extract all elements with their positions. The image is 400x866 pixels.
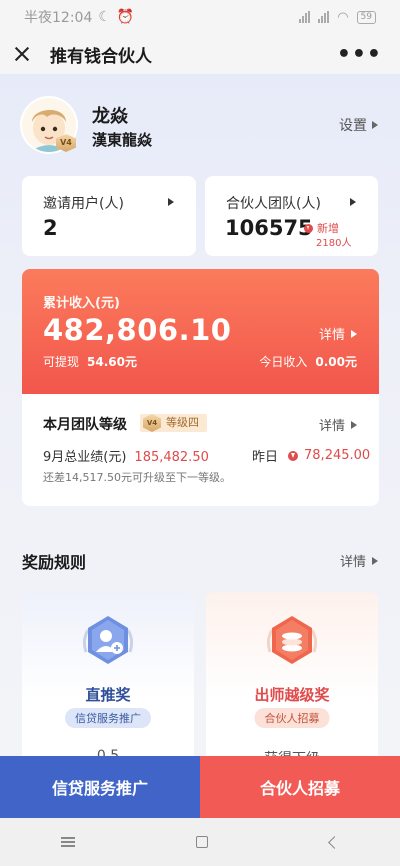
reward-rules-detail-label: 详情 — [339, 555, 366, 570]
reward-card-direct[interactable]: 直推奖 信贷服务推广 0.5 — [22, 592, 194, 756]
page-title: 推有钱合伙人 — [50, 46, 152, 67]
reward-rules-title: 奖励规则 — [22, 553, 87, 572]
income-label: 累计收入(元) — [43, 296, 120, 311]
partner-team-count: 106575 — [225, 216, 313, 240]
reward-card-mentor-name: 出师越级奖 — [254, 686, 330, 704]
close-icon[interactable] — [12, 44, 32, 64]
add-user-icon — [82, 616, 134, 664]
battery-icon: 59 — [356, 10, 376, 24]
status-time: 半夜12:04 — [24, 10, 93, 26]
team-level-detail-label: 详情 — [318, 419, 345, 434]
nav-bar: 推有钱合伙人 ••• — [0, 34, 400, 74]
chevron-right-icon — [351, 329, 357, 338]
down-arrow-icon — [288, 450, 299, 461]
back-icon[interactable] — [328, 835, 342, 849]
chevron-right-icon — [351, 420, 357, 429]
partner-recruit-button[interactable]: 合伙人招募 — [200, 756, 400, 818]
today-income-label: 今日收入 — [259, 355, 308, 369]
user-name: 龙焱 — [92, 106, 128, 127]
system-nav-bar — [0, 818, 400, 866]
settings-link[interactable]: 设置 — [339, 115, 378, 135]
invite-users-card[interactable]: 邀请用户(人) 2 — [22, 176, 196, 256]
month-performance-label: 9月总业绩(元) — [43, 450, 127, 465]
team-level-tag-label: 等级四 — [166, 416, 199, 429]
level-badge-icon: V4 — [143, 414, 161, 432]
chevron-right-icon — [372, 121, 378, 129]
income-detail-link[interactable]: 详情 — [319, 324, 357, 343]
withdrawable-label: 可提现 — [43, 355, 80, 369]
income-detail-label: 详情 — [318, 328, 345, 343]
invite-users-label: 邀请用户(人) — [43, 196, 124, 212]
team-level-card: 本月团队等级 V4 等级四 详情 9月总业绩(元) 185,482.50 昨日 7… — [22, 394, 379, 506]
home-icon[interactable] — [196, 836, 209, 848]
signal-icon — [299, 11, 311, 23]
status-bar: 半夜12:04 ☾ ⏰ ◠ 59 — [0, 0, 400, 34]
partner-team-label: 合伙人团队(人) — [226, 196, 321, 212]
coin-stack-icon — [266, 616, 318, 664]
reward-card-direct-tag: 信贷服务推广 — [65, 708, 151, 728]
team-level-tag: V4 等级四 — [140, 414, 207, 432]
yesterday-label: 昨日 — [252, 450, 279, 465]
withdrawable-value: 54.60元 — [87, 355, 137, 369]
team-level-detail-link[interactable]: 详情 — [319, 415, 357, 434]
chevron-right-icon — [168, 198, 174, 206]
menu-icon[interactable] — [60, 837, 75, 847]
main-content: V4 龙焱 漢東龍焱 设置 邀请用户(人) 2 合伙人团队(人) 106575 … — [0, 74, 400, 756]
today-income: 今日收入 0.00元 — [259, 353, 357, 370]
reward-card-mentor-value: 获得下级 — [206, 748, 378, 756]
more-icon[interactable]: ••• — [337, 42, 388, 67]
reward-card-mentor[interactable]: 出师越级奖 合伙人招募 获得下级 — [206, 592, 378, 756]
reward-card-mentor-tag: 合伙人招募 — [254, 708, 330, 728]
withdrawable: 可提现 54.60元 — [43, 353, 137, 370]
income-amount: 482,806.10 — [43, 313, 232, 347]
partner-team-card[interactable]: 合伙人团队(人) 106575 新增 2180人 — [205, 176, 378, 256]
credit-service-promo-button[interactable]: 信贷服务推广 — [0, 756, 200, 818]
income-card: 累计收入(元) 482,806.10 详情 可提现 54.60元 今日收入 0.00… — [22, 269, 379, 394]
yesterday-performance: 昨日 78,245.00 — [252, 446, 370, 465]
user-nickname: 漢東龍焱 — [92, 131, 153, 149]
team-level-title: 本月团队等级 — [43, 417, 127, 433]
wifi-icon: ◠ — [337, 9, 349, 25]
reward-card-direct-name: 直推奖 — [85, 686, 131, 704]
yesterday-value: 78,245.00 — [304, 448, 371, 463]
invite-users-count: 2 — [43, 216, 58, 240]
down-arrow-icon — [304, 223, 313, 233]
settings-label: 设置 — [339, 118, 367, 134]
alarm-icon: ⏰ — [116, 9, 135, 25]
chevron-right-icon — [350, 198, 356, 206]
signal-icon-2 — [318, 11, 330, 23]
new-added-count: 2180人 — [316, 238, 352, 249]
chevron-right-icon — [372, 556, 378, 565]
reward-rules-detail-link[interactable]: 详情 — [340, 551, 378, 570]
month-performance: 9月总业绩(元) 185,482.50 — [43, 446, 209, 465]
today-income-value: 0.00元 — [315, 355, 357, 369]
reward-card-direct-value: 0.5 — [96, 748, 120, 756]
month-performance-value: 185,482.50 — [134, 450, 209, 465]
upgrade-note: 还差14,517.50元可升级至下一等级。 — [43, 471, 231, 484]
moon-icon: ☾ — [98, 9, 111, 25]
